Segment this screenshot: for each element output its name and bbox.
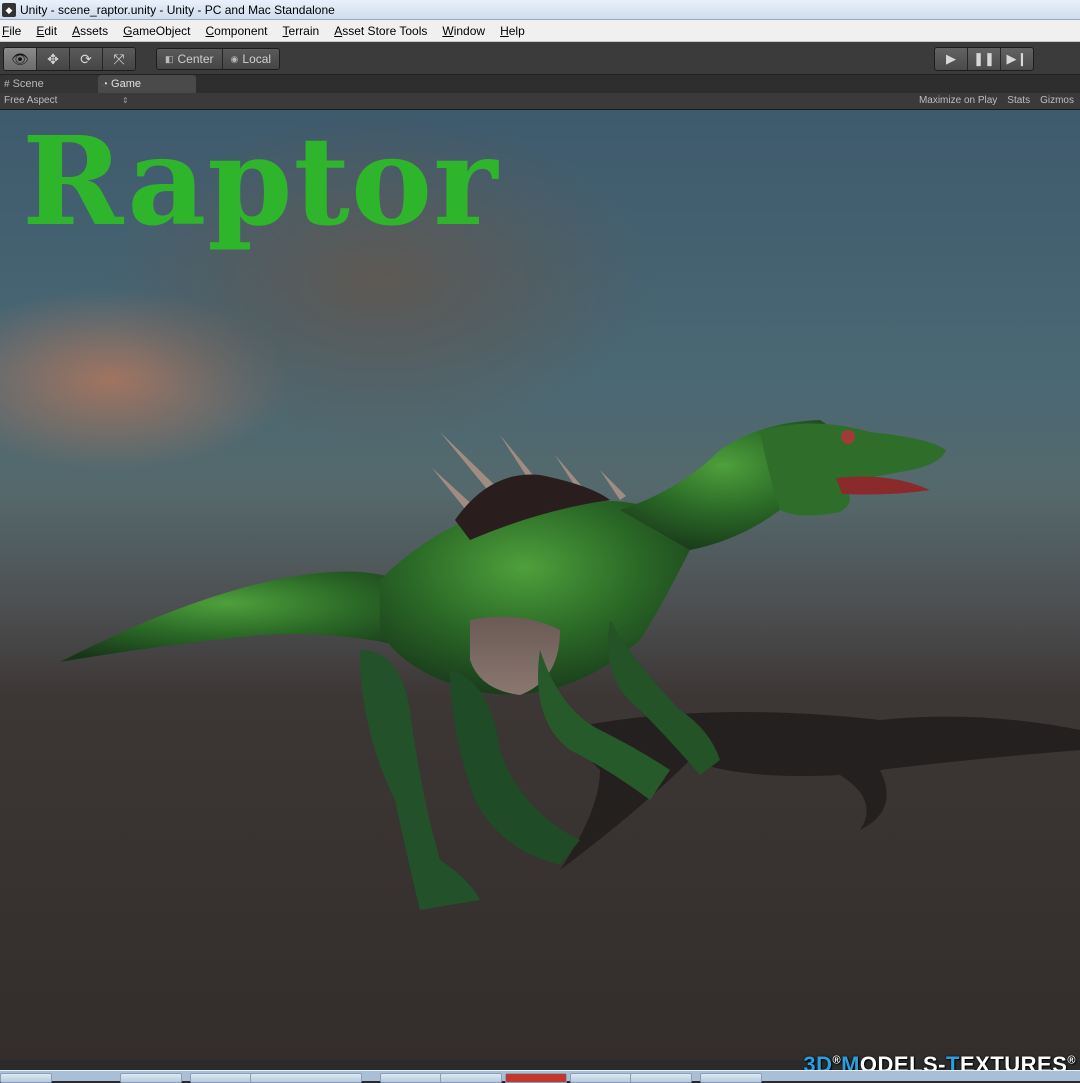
gizmos-toggle[interactable]: Gizmos (1040, 94, 1074, 108)
menu-bar: File Edit Assets GameObject Component Te… (0, 20, 1080, 42)
play-icon: ▶ (946, 51, 956, 66)
raptor-eye (841, 430, 855, 444)
scale-tool-button[interactable]: ⤧ (103, 48, 135, 70)
transform-tools: 👁 ✥ ⟳ ⤧ (3, 47, 136, 71)
window-title: Unity - scene_raptor.unity - Unity - PC … (20, 2, 335, 17)
menu-edit[interactable]: Edit (34, 24, 64, 38)
aspect-dropdown[interactable]: Free Aspect (4, 94, 57, 108)
maximize-on-play-toggle[interactable]: Maximize on Play (919, 94, 997, 108)
tab-scene[interactable]: # Scene (0, 75, 98, 93)
pacman-icon: ◔ (102, 79, 109, 90)
step-button[interactable]: ▶❙ (1001, 48, 1033, 70)
scale-icon: ⤧ (113, 51, 125, 67)
rotate-tool-button[interactable]: ⟳ (70, 48, 103, 70)
menu-terrain[interactable]: Terrain (281, 24, 327, 38)
menu-assets[interactable]: Assets (70, 24, 115, 38)
game-view-toolbar: Free Aspect ⇕ Maximize on Play Stats Giz… (0, 93, 1080, 110)
taskbar-item[interactable] (700, 1073, 762, 1083)
local-space-icon: ◉ (230, 54, 239, 64)
tab-scene-label: Scene (12, 78, 44, 90)
taskbar-item[interactable] (440, 1073, 502, 1083)
tab-game[interactable]: ◔ Game (98, 75, 196, 93)
menu-asset-store-tools[interactable]: Asset Store Tools (332, 24, 434, 38)
editor-toolbar: 👁 ✥ ⟳ ⤧ ◧ Center ◉ Local ▶ ❚❚ ▶❙ (0, 42, 1080, 75)
menu-gameobject[interactable]: GameObject (121, 24, 197, 38)
stats-toggle[interactable]: Stats (1007, 94, 1030, 108)
raptor-tail (60, 571, 430, 662)
view-tabs: # Scene ◔ Game (0, 75, 1080, 93)
rotate-icon: ⟳ (80, 51, 92, 67)
move-tool-button[interactable]: ✥ (37, 48, 70, 70)
window-title-bar: ◆ Unity - scene_raptor.unity - Unity - P… (0, 0, 1080, 20)
taskbar-item[interactable] (250, 1073, 362, 1083)
watermark-reg2: ® (1067, 1054, 1076, 1067)
space-local-button[interactable]: ◉ Local (222, 49, 280, 69)
pivot-icon: ◧ (165, 54, 174, 64)
space-label: Local (242, 52, 272, 66)
pivot-label: Center (177, 52, 214, 66)
taskbar-item[interactable] (120, 1073, 182, 1083)
menu-component[interactable]: Component (203, 24, 274, 38)
play-button[interactable]: ▶ (935, 48, 968, 70)
pivot-toggles: ◧ Center ◉ Local (156, 48, 281, 70)
watermark-reg: ® (832, 1054, 842, 1067)
menu-window[interactable]: Window (440, 24, 492, 38)
grid-icon: # (4, 79, 10, 90)
taskbar-item[interactable] (630, 1073, 692, 1083)
step-icon: ▶❙ (1006, 51, 1028, 66)
pivot-center-button[interactable]: ◧ Center (157, 49, 223, 69)
pause-button[interactable]: ❚❚ (968, 48, 1001, 70)
tab-game-label: Game (111, 78, 142, 90)
unity-logo-icon: ◆ (2, 2, 16, 17)
os-taskbar (0, 1070, 1080, 1083)
raptor-mouth (836, 476, 930, 495)
taskbar-item[interactable] (505, 1073, 567, 1083)
taskbar-item[interactable] (190, 1073, 252, 1083)
view-tool-button[interactable]: 👁 (4, 48, 37, 70)
raptor-title-text: Raptor (22, 110, 499, 253)
menu-file[interactable]: File (0, 24, 28, 38)
chevron-down-icon: ⇕ (122, 96, 129, 105)
taskbar-item[interactable] (0, 1073, 52, 1083)
pause-icon: ❚❚ (973, 51, 995, 66)
taskbar-item[interactable] (570, 1073, 632, 1083)
eye-icon: 👁 (11, 51, 29, 67)
menu-help[interactable]: Help (498, 24, 532, 38)
play-controls: ▶ ❚❚ ▶❙ (934, 47, 1034, 71)
game-viewport[interactable]: Raptor (0, 110, 1080, 1060)
move-arrows-icon: ✥ (47, 51, 59, 67)
taskbar-item[interactable] (380, 1073, 442, 1083)
